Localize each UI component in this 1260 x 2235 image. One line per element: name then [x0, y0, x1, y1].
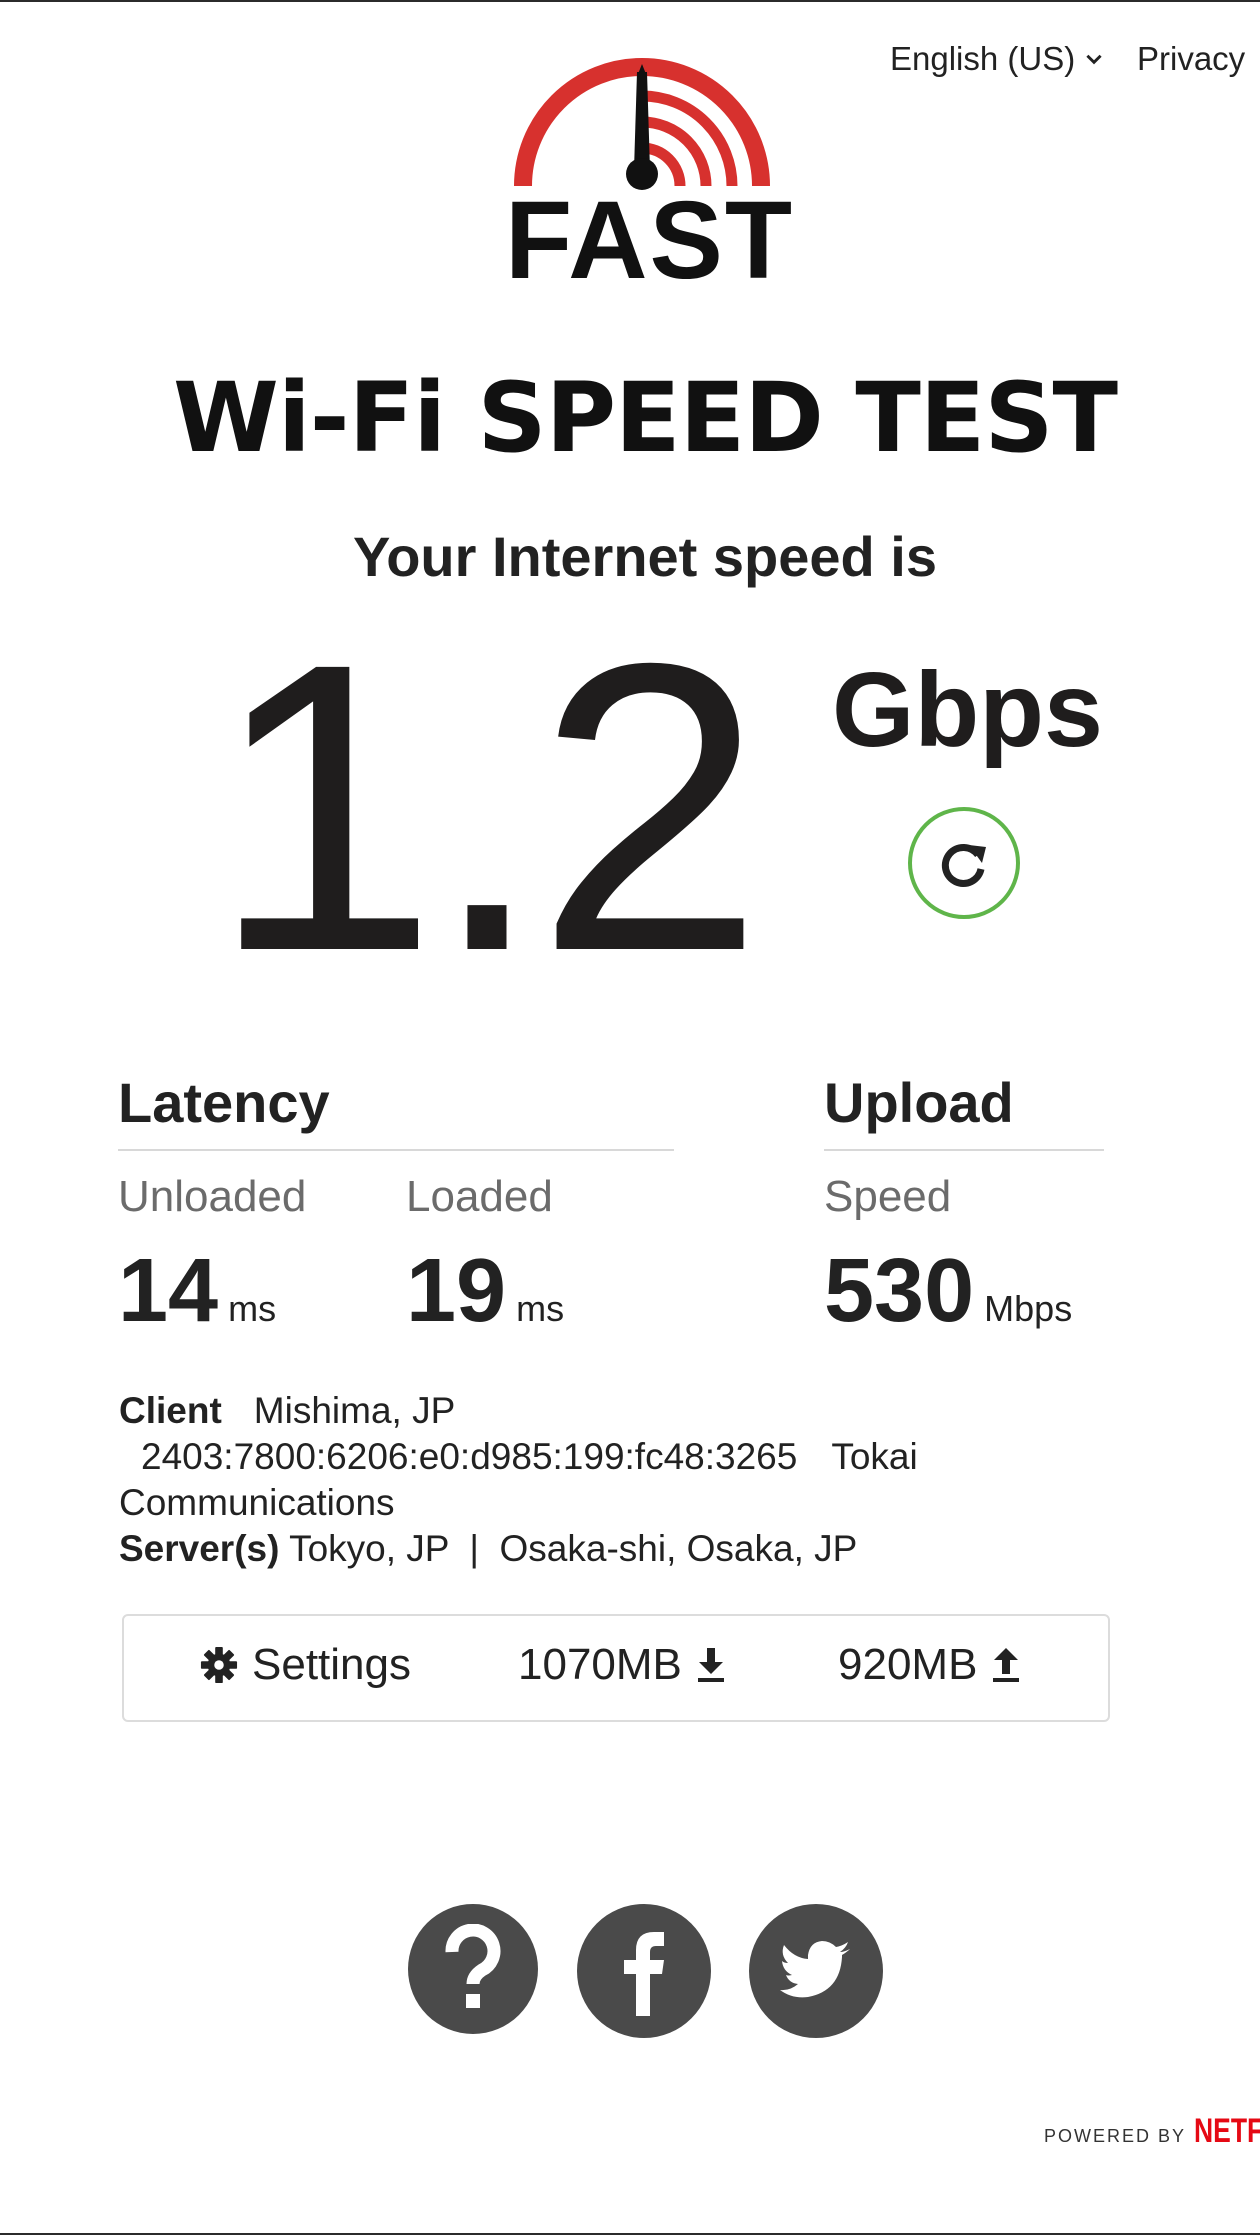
facebook-icon — [624, 1932, 664, 2016]
facebook-button[interactable] — [577, 1904, 711, 2038]
unloaded-latency-unit: ms — [228, 1288, 277, 1329]
client-info-line: Client Mishima, JP — [119, 1392, 455, 1429]
unloaded-label: Unloaded — [118, 1172, 307, 1221]
server-label: Server(s) — [119, 1528, 280, 1569]
powered-by-label: POWERED BY — [1044, 2126, 1187, 2146]
twitter-icon — [780, 1941, 850, 1998]
gear-icon — [200, 1646, 238, 1684]
client-isp-part2: Communications — [119, 1482, 395, 1523]
settings-label: Settings — [252, 1640, 411, 1689]
upload-amount: 920MB — [838, 1640, 978, 1689]
latency-title: Latency — [118, 1071, 330, 1134]
speed-value: 1.2 — [210, 578, 764, 1036]
upload-speed-value: 530 Mbps — [824, 1240, 1072, 1343]
loaded-label: Loaded — [406, 1172, 553, 1221]
page-title: Wi-Fi SPEED TEST — [173, 362, 1118, 474]
client-isp-part1: Tokai — [831, 1436, 918, 1477]
client-location: Mishima, JP — [253, 1390, 456, 1431]
speed-unit: Gbps — [832, 651, 1103, 769]
upload-speed-unit: Mbps — [984, 1288, 1073, 1329]
client-isp-line: Communications — [119, 1484, 395, 1521]
loaded-latency-number: 19 — [406, 1241, 507, 1341]
refresh-button[interactable] — [908, 807, 1020, 919]
twitter-button[interactable] — [749, 1904, 883, 2038]
download-icon — [697, 1648, 724, 1682]
loaded-latency-value: 19 ms — [406, 1240, 564, 1343]
settings-button[interactable]: Settings — [200, 1640, 411, 1690]
netflix-logo: NETFLIX — [1194, 2112, 1260, 2150]
client-ip: 2403:7800:6206:e0:d985:199:fc48:3265 — [141, 1436, 798, 1477]
download-amount: 1070MB — [518, 1640, 682, 1689]
language-label: English (US) — [890, 40, 1076, 77]
upload-icon — [993, 1648, 1020, 1682]
privacy-link[interactable]: Privacy — [1137, 40, 1245, 78]
chevron-down-icon — [1086, 54, 1102, 65]
upload-speed-label: Speed — [824, 1172, 952, 1221]
upload-data-usage: 920MB — [838, 1640, 1021, 1690]
upload-divider — [824, 1149, 1104, 1151]
upload-title: Upload — [824, 1071, 1014, 1134]
upload-speed-number: 530 — [824, 1241, 975, 1341]
help-button[interactable] — [408, 1904, 538, 2034]
client-label: Client — [119, 1390, 222, 1431]
unloaded-latency-value: 14 ms — [118, 1240, 276, 1343]
latency-divider — [118, 1149, 674, 1151]
fast-logo-gauge-icon — [514, 58, 770, 190]
server-list: Tokyo, JP | Osaka-shi, Osaka, JP — [289, 1528, 858, 1569]
fast-logo-text: FAST — [505, 179, 795, 302]
download-data-usage: 1070MB — [518, 1640, 726, 1690]
client-ip-line: 2403:7800:6206:e0:d985:199:fc48:3265 Toka… — [119, 1438, 918, 1475]
language-selector[interactable]: English (US) — [890, 40, 1105, 78]
question-mark-icon — [445, 1924, 501, 2008]
powered-by-netflix[interactable]: POWERED BY NETFLIX — [1044, 2112, 1260, 2151]
loaded-latency-unit: ms — [516, 1288, 565, 1329]
server-info-line: Server(s) Tokyo, JP | Osaka-shi, Osaka, … — [119, 1530, 857, 1567]
refresh-icon — [941, 843, 986, 887]
unloaded-latency-number: 14 — [118, 1241, 219, 1341]
